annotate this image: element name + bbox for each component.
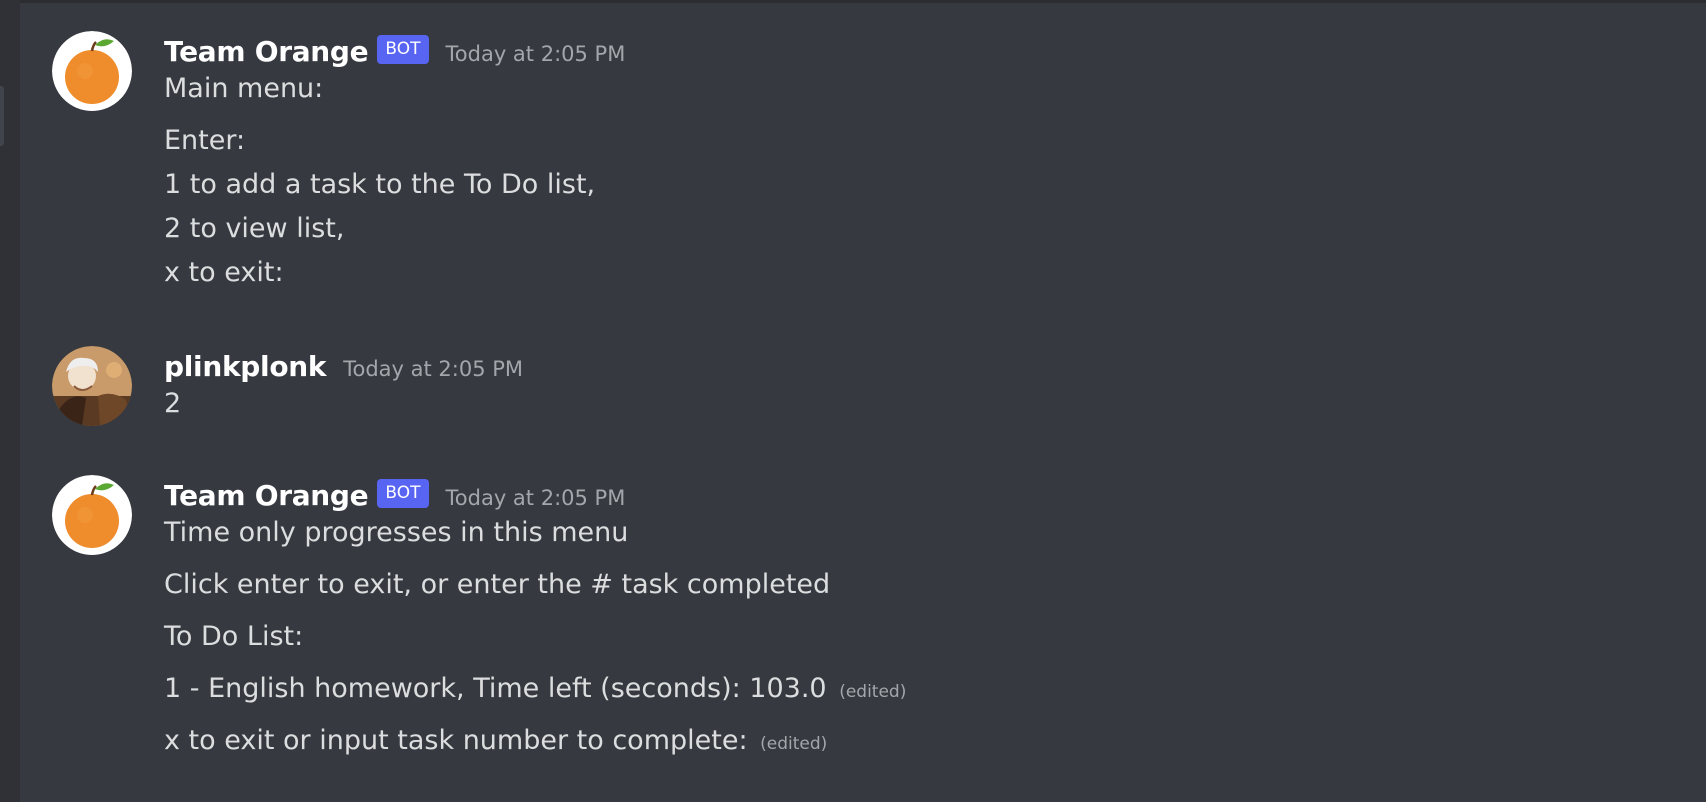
bot-badge: BOT — [377, 34, 429, 64]
message-line: Enter: — [164, 125, 246, 156]
username[interactable]: plinkplonk — [164, 350, 327, 383]
message-line: x to exit: — [164, 257, 284, 288]
message-line: Main menu: — [164, 73, 324, 104]
message-line: To Do List: — [164, 621, 304, 652]
chat-window: Team Orange BOT Today at 2:05 PM Main me… — [0, 0, 1706, 802]
message-header: Team Orange BOT Today at 2:05 PM — [164, 475, 1686, 515]
bot-badge: BOT — [377, 478, 429, 508]
orange-avatar-icon — [52, 31, 132, 111]
timestamp[interactable]: Today at 2:05 PM — [446, 42, 626, 66]
timestamp[interactable]: Today at 2:05 PM — [343, 357, 523, 381]
message-line-edited: 1 - English homework, Time left (seconds… — [164, 673, 906, 704]
message-line: 2 — [164, 388, 182, 419]
orange-avatar-icon — [52, 475, 132, 555]
message-content: Team Orange BOT Today at 2:05 PM Time on… — [164, 475, 1686, 756]
top-divider — [0, 0, 1706, 3]
message-content: plinkplonk Today at 2:05 PM 2 — [164, 346, 1686, 420]
message-line: Time only progresses in this menu — [164, 517, 629, 548]
username[interactable]: Team Orange — [164, 479, 369, 512]
message-line: 1 to add a task to the To Do list, — [164, 169, 596, 200]
message-content: Team Orange BOT Today at 2:05 PM Main me… — [164, 31, 1686, 288]
bot-avatar[interactable] — [52, 475, 132, 555]
edited-indicator[interactable]: (edited) — [839, 682, 906, 702]
scrollbar-thumb[interactable] — [0, 86, 4, 146]
message-line: 1 - English homework, Time left (seconds… — [164, 673, 827, 704]
bot-avatar[interactable] — [52, 31, 132, 111]
user-avatar[interactable] — [52, 346, 132, 426]
message-line: 2 to view list, — [164, 213, 345, 244]
anime-character-avatar — [52, 346, 132, 426]
message-line: x to exit or input task number to comple… — [164, 725, 748, 756]
message-line-edited: x to exit or input task number to comple… — [164, 725, 827, 756]
message-header: Team Orange BOT Today at 2:05 PM — [164, 31, 1686, 71]
timestamp[interactable]: Today at 2:05 PM — [446, 486, 626, 510]
edited-indicator[interactable]: (edited) — [760, 734, 827, 754]
username[interactable]: Team Orange — [164, 35, 369, 68]
message-header: plinkplonk Today at 2:05 PM — [164, 346, 1686, 386]
message-line: Click enter to exit, or enter the # task… — [164, 569, 831, 600]
